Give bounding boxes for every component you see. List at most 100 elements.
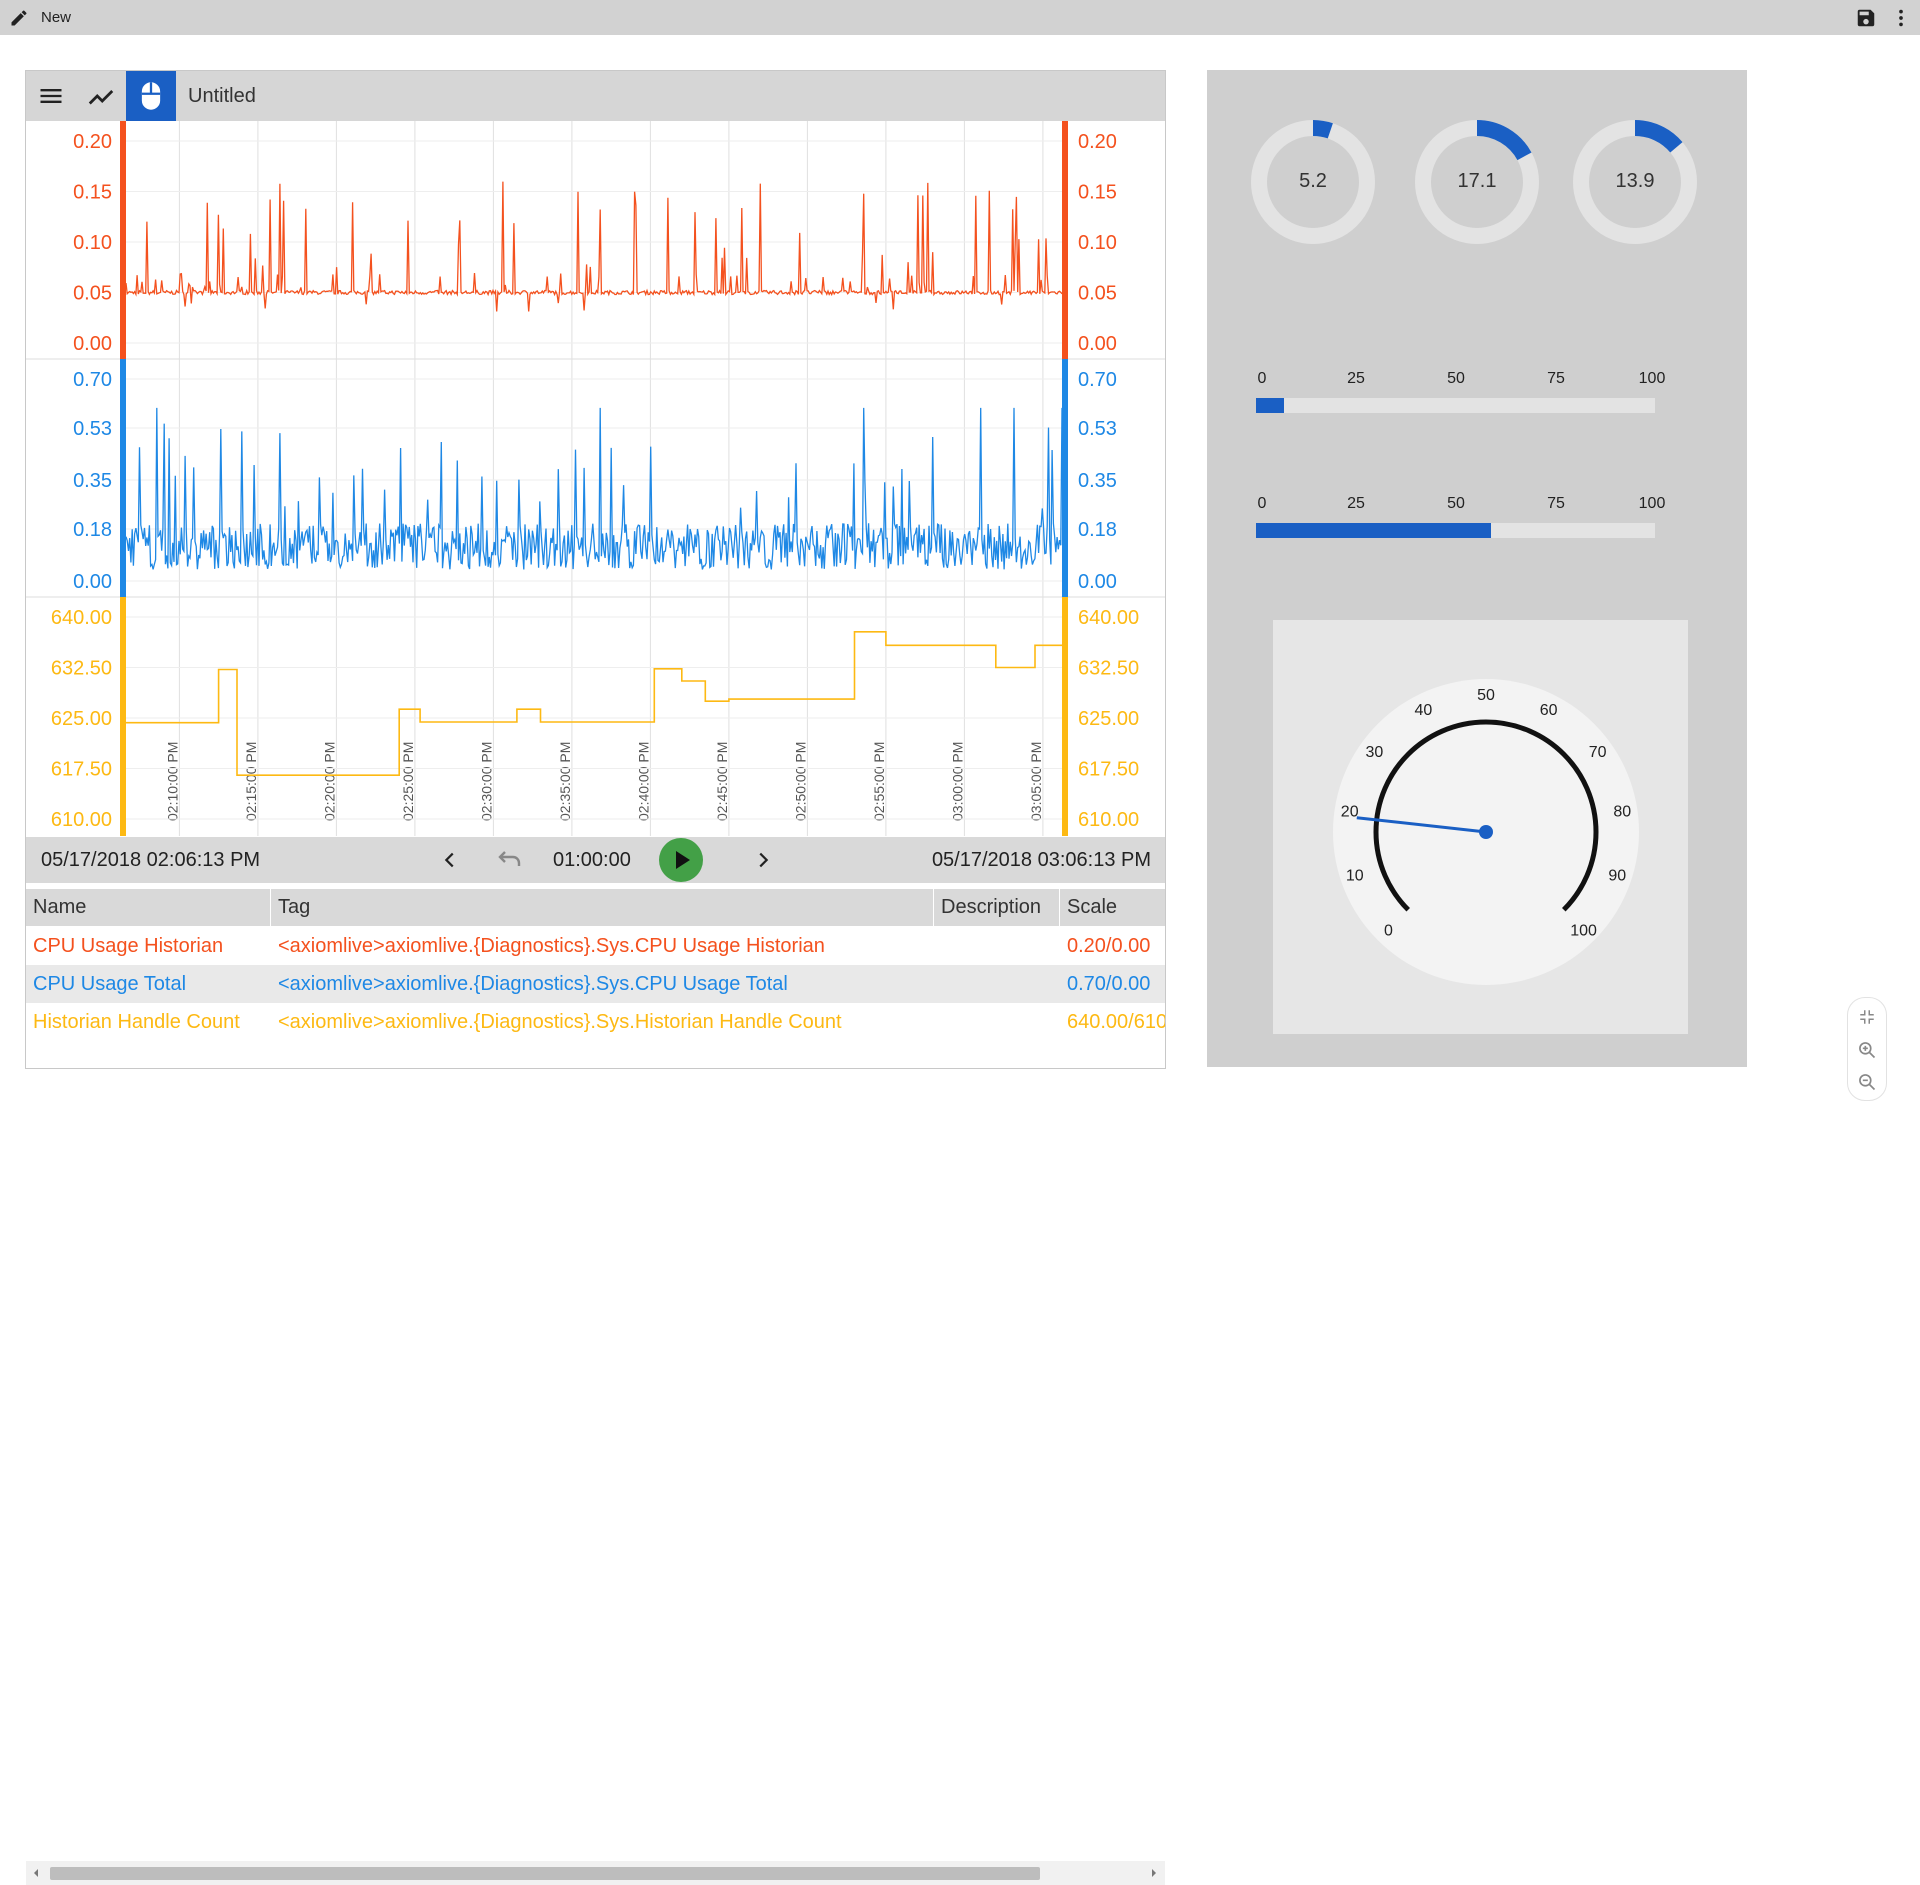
time-tick-label: 03:05:00 PM: [1028, 742, 1044, 821]
right-axis-tick-label: 0.53: [1078, 418, 1117, 440]
time-navigation-bar: 05/17/2018 02:06:13 PM 01:00:00 05/17/20…: [26, 837, 1165, 883]
right-axis-tick-label: 0.15: [1078, 182, 1117, 204]
col-header-name[interactable]: Name: [26, 889, 271, 926]
dial-tick-label: 70: [1589, 744, 1607, 761]
left-axis-tick-label: 625.00: [51, 708, 112, 730]
play-icon: [676, 851, 690, 869]
time-tick-label: 02:55:00 PM: [871, 742, 887, 821]
trend-panel: Untitled 02:10:00 PM 02:15:00 PM 02:20:00 …: [25, 70, 1166, 1885]
time-tick-label: 02:25:00 PM: [400, 742, 416, 821]
app-title: New: [41, 9, 72, 26]
trend-chart[interactable]: 02:10:00 PM 02:15:00 PM 02:20:00 PM 02:25:0…: [26, 121, 1165, 836]
table-row[interactable]: CPU Usage Total <axiomlive>axiomlive.{Di…: [26, 965, 1165, 1003]
undo-icon[interactable]: [493, 848, 523, 872]
col-header-description[interactable]: Description: [934, 889, 1060, 926]
play-button[interactable]: [659, 838, 703, 882]
left-axis-tick-label: 0.70: [73, 369, 112, 391]
ring-value-arc: [1476, 120, 1532, 161]
time-tick-label: 02:35:00 PM: [557, 742, 573, 821]
row-name: Historian Handle Count: [33, 1011, 240, 1033]
col-header-scale[interactable]: Scale Range: [1060, 889, 1165, 955]
dial-tick-label: 50: [1477, 687, 1495, 704]
dial-tick-label: 30: [1365, 744, 1383, 761]
row-scale: 0.70/0.00: [1067, 973, 1151, 995]
zoom-in-icon[interactable]: [1857, 1040, 1877, 1060]
series-line-cpu-usage-total: [125, 407, 1063, 570]
dial-tick-label: 10: [1346, 868, 1364, 885]
scrollbar-thumb[interactable]: [50, 1867, 1040, 1880]
menu-icon: [40, 89, 62, 103]
duration[interactable]: 01:00:00: [553, 849, 631, 872]
right-axis-tick-label: 0.35: [1078, 470, 1117, 492]
left-axis-tick-label: 0.05: [73, 283, 112, 305]
trend-icon: [88, 90, 114, 105]
save-icon[interactable]: [1855, 7, 1877, 29]
ring-value-label: 13.9: [1615, 170, 1655, 192]
zoom-out-icon[interactable]: [1857, 1072, 1877, 1092]
right-axis-tick-label: 632.50: [1078, 658, 1139, 680]
dial-tick-label: 100: [1570, 923, 1597, 940]
dial-tick-label: 0: [1384, 923, 1393, 940]
trend-toolbar: Untitled: [26, 71, 1165, 121]
left-axis-tick-label: 0.15: [73, 182, 112, 204]
scroll-left-icon[interactable]: [32, 1868, 40, 1878]
right-axis-tick-label: 617.50: [1078, 759, 1139, 781]
time-tick-label: 03:00:00 PM: [949, 742, 965, 821]
dial-tick-label: 60: [1540, 702, 1558, 719]
linear-bar-track: [1256, 398, 1655, 413]
right-axis-tick-label: 0.05: [1078, 283, 1117, 305]
bar-tick-label: 0: [1257, 495, 1267, 512]
pencil-icon[interactable]: [9, 8, 29, 28]
dial-hub: [1479, 825, 1493, 839]
bar-tick-label: 25: [1347, 495, 1365, 512]
bar-tick-label: 50: [1447, 370, 1465, 387]
col-header-tag[interactable]: Tag: [271, 889, 934, 926]
right-axis-tick-label: 0.00: [1078, 571, 1117, 593]
horizontal-scrollbar[interactable]: [26, 1861, 1165, 1885]
left-axis-tick-label: 0.53: [73, 418, 112, 440]
right-axis-tick-label: 610.00: [1078, 809, 1139, 831]
left-axis-bar: [120, 597, 126, 836]
bar-tick-label: 75: [1547, 495, 1565, 512]
time-tick-label: 02:50:00 PM: [792, 742, 808, 821]
row-description: [934, 1003, 1060, 1041]
row-name: CPU Usage Total: [33, 973, 187, 995]
row-scale: 640.00/610.: [1067, 1011, 1165, 1033]
right-axis-bar: [1062, 359, 1068, 597]
trend-mode-button[interactable]: [76, 71, 126, 121]
time-tick-label: 02:10:00 PM: [164, 742, 180, 821]
mouse-mode-button[interactable]: [126, 71, 176, 121]
trend-title: Untitled: [188, 85, 256, 107]
ring-value-label: 5.2: [1299, 170, 1327, 192]
bar-tick-label: 75: [1547, 370, 1565, 387]
end-time[interactable]: 05/17/2018 03:06:13 PM: [932, 849, 1151, 872]
chevron-left-icon[interactable]: [439, 849, 461, 871]
left-axis-tick-label: 617.50: [51, 759, 112, 781]
bar-tick-label: 50: [1447, 495, 1465, 512]
ring-value-label: 17.1: [1457, 170, 1497, 192]
indicator-panel: 5.2 17.1 13.9 0 25 50 75 100 0 25 50 75 100 0 10 20 30…: [1207, 70, 1747, 1067]
scroll-right-icon[interactable]: [1150, 1868, 1158, 1878]
time-tick-label: 02:40:00 PM: [635, 742, 651, 821]
start-time[interactable]: 05/17/2018 02:06:13 PM: [41, 849, 260, 872]
fit-screen-icon[interactable]: [1858, 1008, 1876, 1026]
chevron-right-icon[interactable]: [752, 849, 774, 871]
more-vert-icon[interactable]: [1890, 7, 1912, 29]
row-description: [934, 927, 1060, 965]
row-tag: <axiomlive>axiomlive.{Diagnostics}.Sys.C…: [278, 935, 825, 957]
zoom-controls: [1847, 997, 1887, 1101]
right-axis-bar: [1062, 597, 1068, 836]
dial-gauge[interactable]: 0 10 20 30 40 50 60 70 80 90 100: [1273, 620, 1688, 1034]
left-axis-tick-label: 0.20: [73, 131, 112, 153]
dial-tick-label: 20: [1341, 803, 1359, 820]
linear-bar-fill: [1256, 398, 1284, 413]
left-axis-tick-label: 610.00: [51, 809, 112, 831]
table-row[interactable]: CPU Usage Historian <axiomlive>axiomlive…: [26, 927, 1165, 965]
left-axis-tick-label: 0.35: [73, 470, 112, 492]
bar-tick-label: 0: [1257, 370, 1267, 387]
time-tick-label: 02:15:00 PM: [243, 742, 259, 821]
row-scale: 0.20/0.00: [1067, 935, 1151, 957]
table-row[interactable]: Historian Handle Count <axiomlive>axioml…: [26, 1003, 1165, 1041]
pen-table: Name Tag Description Scale Range CPU Usa…: [26, 889, 1165, 1885]
menu-button[interactable]: [26, 71, 76, 121]
